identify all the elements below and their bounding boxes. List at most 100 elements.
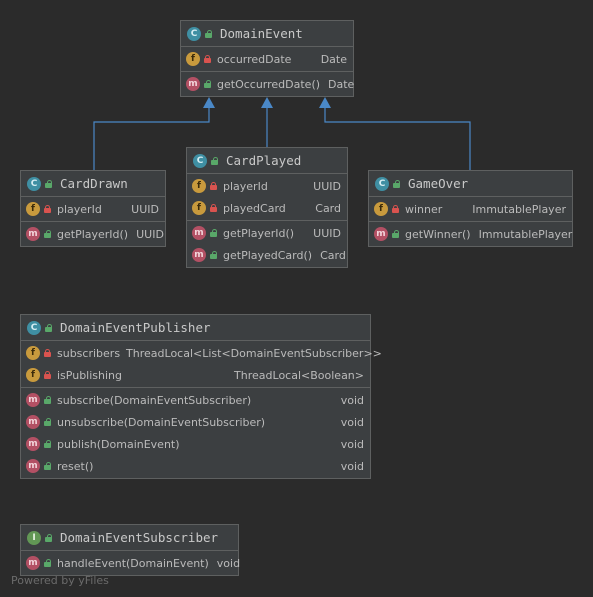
method-row[interactable]: m getOccurredDate() Date xyxy=(181,73,355,95)
field-icon: f xyxy=(192,201,206,215)
method-row[interactable]: m reset() void xyxy=(21,455,370,477)
method-type: Card xyxy=(320,248,346,262)
method-icon: m xyxy=(192,226,206,240)
public-lock-icon xyxy=(392,230,399,238)
field-row[interactable]: f subscribers ThreadLocal<List<DomainEve… xyxy=(21,342,382,364)
field-icon: f xyxy=(26,368,40,382)
method-type: void xyxy=(340,437,364,451)
public-lock-icon xyxy=(44,396,51,404)
public-lock-icon xyxy=(44,418,51,426)
class-domain-event-subscriber[interactable]: I DomainEventSubscriber m handleEvent(Do… xyxy=(20,524,240,576)
methods-section: m subscribe(DomainEventSubscriber) void … xyxy=(21,388,370,478)
fields-section: f occurredDate Date xyxy=(181,47,353,72)
field-name: playerId xyxy=(57,202,102,216)
field-name: winner xyxy=(405,202,443,216)
field-icon: f xyxy=(374,202,388,216)
methods-section: m getPlayerId() UUID m getPlayedCard() C… xyxy=(187,221,347,267)
private-lock-icon xyxy=(210,182,217,190)
class-game-over[interactable]: C GameOver f winner ImmutablePlayer m ge… xyxy=(368,170,573,247)
method-row[interactable]: m subscribe(DomainEventSubscriber) void xyxy=(21,389,370,411)
public-lock-icon xyxy=(44,559,51,567)
method-icon: m xyxy=(192,248,206,262)
class-name: CardPlayed xyxy=(226,153,302,168)
field-row[interactable]: f playerId UUID xyxy=(21,198,165,220)
method-row[interactable]: m getPlayedCard() Card xyxy=(187,244,347,266)
class-header: C CardPlayed xyxy=(187,148,347,174)
arrowhead xyxy=(319,97,331,108)
field-type: Card xyxy=(315,201,341,215)
class-domain-event-publisher[interactable]: C DomainEventPublisher f subscribers Thr… xyxy=(20,314,382,479)
class-icon: C xyxy=(375,176,389,191)
field-name: subscribers xyxy=(57,346,121,360)
field-row[interactable]: f winner ImmutablePlayer xyxy=(369,198,572,220)
class-name: GameOver xyxy=(408,176,469,191)
field-name: isPublishing xyxy=(57,368,123,382)
public-lock-icon xyxy=(45,323,52,332)
arrowhead xyxy=(203,97,215,108)
field-type: ThreadLocal<List<DomainEventSubscriber>> xyxy=(126,346,382,360)
method-type: void xyxy=(340,415,364,429)
method-name: unsubscribe(DomainEventSubscriber) xyxy=(57,415,266,429)
method-row[interactable]: m getWinner() ImmutablePlayer xyxy=(369,223,572,245)
field-icon: f xyxy=(26,346,40,360)
methods-section: m handleEvent(DomainEvent) void xyxy=(21,551,240,575)
fields-section: f playerId UUID xyxy=(21,197,165,222)
class-icon: C xyxy=(27,320,41,335)
public-lock-icon xyxy=(44,440,51,448)
fields-section: f subscribers ThreadLocal<List<DomainEve… xyxy=(21,341,382,388)
class-name: DomainEvent xyxy=(220,26,303,41)
method-name: publish(DomainEvent) xyxy=(57,437,180,451)
public-lock-icon xyxy=(210,229,217,237)
arrowhead xyxy=(261,97,273,108)
class-domain-event[interactable]: C DomainEvent f occurredDate Date m getO… xyxy=(180,20,354,97)
method-icon: m xyxy=(26,556,40,570)
method-name: getPlayedCard() xyxy=(223,248,313,262)
method-type: Date xyxy=(328,77,355,91)
field-icon: f xyxy=(26,202,40,216)
field-row[interactable]: f isPublishing ThreadLocal<Boolean> xyxy=(21,364,370,386)
method-type: void xyxy=(340,393,364,407)
field-type: ThreadLocal<Boolean> xyxy=(234,368,364,382)
class-header: C DomainEvent xyxy=(181,21,353,47)
field-type: ImmutablePlayer xyxy=(472,202,566,216)
method-row[interactable]: m getPlayerId() UUID xyxy=(187,222,347,244)
field-type: UUID xyxy=(313,179,341,193)
class-header: C GameOver xyxy=(369,171,572,197)
class-name: DomainEventSubscriber xyxy=(60,530,219,545)
public-lock-icon xyxy=(210,251,217,259)
class-name: DomainEventPublisher xyxy=(60,320,211,335)
class-icon: C xyxy=(27,176,41,191)
method-row[interactable]: m publish(DomainEvent) void xyxy=(21,433,370,455)
class-name: CardDrawn xyxy=(60,176,128,191)
method-type: UUID xyxy=(313,226,341,240)
method-row[interactable]: m unsubscribe(DomainEventSubscriber) voi… xyxy=(21,411,370,433)
class-icon: C xyxy=(187,26,201,41)
methods-section: m getWinner() ImmutablePlayer xyxy=(369,222,572,246)
private-lock-icon xyxy=(204,55,211,63)
method-name: subscribe(DomainEventSubscriber) xyxy=(57,393,252,407)
public-lock-icon xyxy=(45,533,52,542)
field-name: playedCard xyxy=(223,201,286,215)
method-row[interactable]: m handleEvent(DomainEvent) void xyxy=(21,552,240,574)
method-row[interactable]: m getPlayerId() UUID xyxy=(21,223,165,245)
class-card-played[interactable]: C CardPlayed f playerId UUID f playedCar… xyxy=(186,147,348,268)
private-lock-icon xyxy=(44,371,51,379)
field-row[interactable]: f occurredDate Date xyxy=(181,48,353,70)
field-name: occurredDate xyxy=(217,52,292,66)
field-type: UUID xyxy=(131,202,159,216)
method-type: ImmutablePlayer xyxy=(478,227,573,241)
method-icon: m xyxy=(26,437,40,451)
public-lock-icon xyxy=(205,29,212,38)
class-icon: C xyxy=(193,153,207,168)
field-row[interactable]: f playerId UUID xyxy=(187,175,347,197)
field-row[interactable]: f playedCard Card xyxy=(187,197,347,219)
public-lock-icon xyxy=(44,462,51,470)
method-icon: m xyxy=(26,415,40,429)
public-lock-icon xyxy=(45,179,52,188)
private-lock-icon xyxy=(44,205,51,213)
powered-by-label: Powered by yFiles xyxy=(11,574,109,587)
class-header: C CardDrawn xyxy=(21,171,165,197)
interface-icon: I xyxy=(27,530,41,545)
public-lock-icon xyxy=(211,156,218,165)
class-card-drawn[interactable]: C CardDrawn f playerId UUID m getPlayerI… xyxy=(20,170,166,247)
